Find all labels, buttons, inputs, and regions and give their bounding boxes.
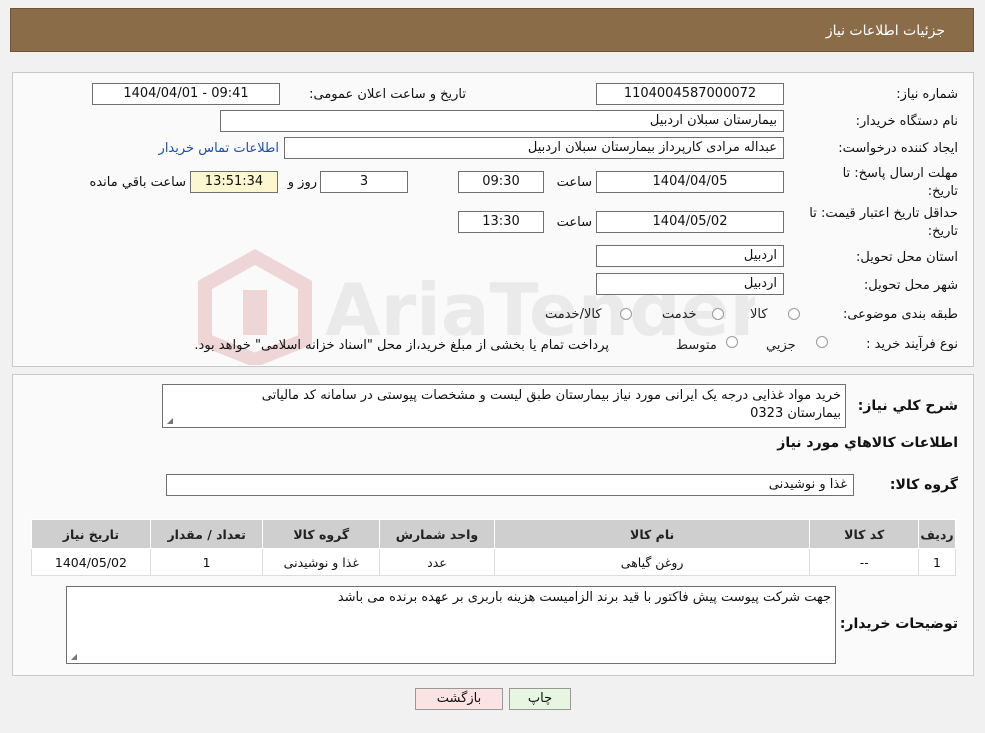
table-header-row: ردیف کد کالا نام کالا واحد شمارش گروه کا… — [31, 519, 956, 549]
need-number-field: 1104004587000072 — [596, 83, 784, 105]
city-field: اردبیل — [596, 273, 784, 295]
cell-need-date: 1404/05/02 — [31, 548, 151, 576]
col-header-unit: واحد شمارش — [379, 519, 495, 549]
buyer-org-label: نام دستگاه خريدار: — [855, 114, 958, 129]
creator-label: ایجاد کننده درخواست: — [838, 141, 958, 156]
purchase-medium-label: متوسط — [676, 338, 717, 353]
col-header-row-number: ردیف — [918, 519, 956, 549]
category-label: طبقه بندی موضوعی: — [842, 307, 958, 322]
goods-table: ردیف کد کالا نام کالا واحد شمارش گروه کا… — [31, 519, 956, 576]
deadline-days-field: 3 — [320, 171, 408, 193]
resize-grip-icon[interactable]: ◢ — [165, 417, 173, 425]
announce-date-field: 1404/04/01 - 09:41 — [92, 83, 280, 105]
category-goods-radio[interactable] — [788, 308, 800, 320]
cell-quantity: 1 — [149, 548, 264, 576]
cell-unit: عدد — [379, 548, 495, 576]
category-service-radio[interactable] — [712, 308, 724, 320]
page-header: جزئیات اطلاعات نیاز — [10, 8, 974, 52]
need-number-label: شماره نیاز: — [896, 87, 958, 102]
summary-line-2: بیمارستان 0323 — [750, 406, 841, 421]
buyer-notes-text: جهت شرکت پیوست پیش فاکتور با قید برند ال… — [337, 590, 831, 605]
col-header-name: نام کالا — [493, 519, 811, 549]
purchase-small-radio[interactable] — [816, 336, 828, 348]
province-field: اردبیل — [596, 245, 784, 267]
announce-date-label: تاریخ و ساعت اعلان عمومی: — [309, 87, 466, 102]
category-goods-service-label: کالا/خدمت — [545, 307, 602, 322]
summary-label: شرح كلي نياز: — [857, 398, 958, 414]
table-row: 1 -- روغن گیاهی عدد غذا و نوشیدنی 1 1404… — [31, 548, 956, 576]
col-header-need-date: تاریخ نیاز — [31, 519, 151, 549]
buyer-org-field: بیمارستان سبلان اردبیل — [220, 110, 784, 132]
purchase-medium-radio[interactable] — [726, 336, 738, 348]
page-title: جزئیات اطلاعات نیاز — [825, 23, 945, 39]
col-header-quantity: تعداد / مقدار — [149, 519, 264, 549]
goods-group-label: گروه کالا: — [889, 477, 958, 493]
purchase-small-label: جزیي — [766, 338, 796, 353]
remaining-time-field: 13:51:34 — [190, 171, 278, 193]
col-header-group: گروه کالا — [262, 519, 381, 549]
city-label: شهر محل تحویل: — [863, 278, 958, 293]
validity-time-field: 13:30 — [458, 211, 544, 233]
goods-info-title: اطلاعات كالاهاي مورد نياز — [777, 435, 958, 451]
buyer-notes-label: توضیحات خریدار: — [839, 616, 958, 632]
resize-grip-icon[interactable]: ◢ — [69, 653, 77, 661]
validity-date-field: 1404/05/02 — [596, 211, 784, 233]
col-header-code: کد کالا — [809, 519, 920, 549]
cell-name: روغن گیاهی — [493, 548, 811, 576]
cell-row-number: 1 — [918, 548, 956, 576]
category-goods-label: کالا — [750, 307, 768, 322]
cell-group: غذا و نوشیدنی — [262, 548, 381, 576]
days-label: روز و — [287, 175, 317, 190]
deadline-label-2: تاریخ: — [927, 184, 958, 199]
deadline-time-label: ساعت — [556, 175, 592, 190]
province-label: استان محل تحویل: — [856, 250, 958, 265]
goods-group-field: غذا و نوشیدنی — [166, 474, 854, 496]
remaining-label: ساعت باقي مانده — [89, 175, 186, 190]
deadline-date-field: 1404/04/05 — [596, 171, 784, 193]
validity-label-2: تاریخ: — [927, 224, 958, 239]
buyer-notes-textarea[interactable]: جهت شرکت پیوست پیش فاکتور با قید برند ال… — [66, 586, 836, 664]
category-goods-service-radio[interactable] — [620, 308, 632, 320]
category-service-label: خدمت — [662, 307, 697, 322]
print-button[interactable]: چاپ — [509, 688, 571, 710]
validity-time-label: ساعت — [556, 215, 592, 230]
cell-code: -- — [809, 548, 920, 576]
validity-label: حداقل تاریخ اعتبار قیمت: تا — [809, 206, 958, 221]
buyer-contact-link[interactable]: اطلاعات تماس خريدار — [159, 141, 279, 156]
deadline-time-field: 09:30 — [458, 171, 544, 193]
purchase-note: پرداخت تمام یا بخشی از مبلغ خرید،از محل … — [194, 338, 609, 353]
purchase-type-label: نوع فرآیند خرید : — [866, 337, 958, 352]
summary-textarea[interactable]: خرید مواد غذایی درجه یک ایرانی مورد نیاز… — [162, 384, 846, 428]
back-button[interactable]: بازگشت — [415, 688, 503, 710]
deadline-label: مهلت ارسال پاسخ: تا — [842, 166, 958, 181]
summary-line-1: خرید مواد غذایی درجه یک ایرانی مورد نیاز… — [261, 388, 841, 403]
creator-field: عبداله مرادی کارپرداز بیمارستان سبلان ار… — [284, 137, 784, 159]
